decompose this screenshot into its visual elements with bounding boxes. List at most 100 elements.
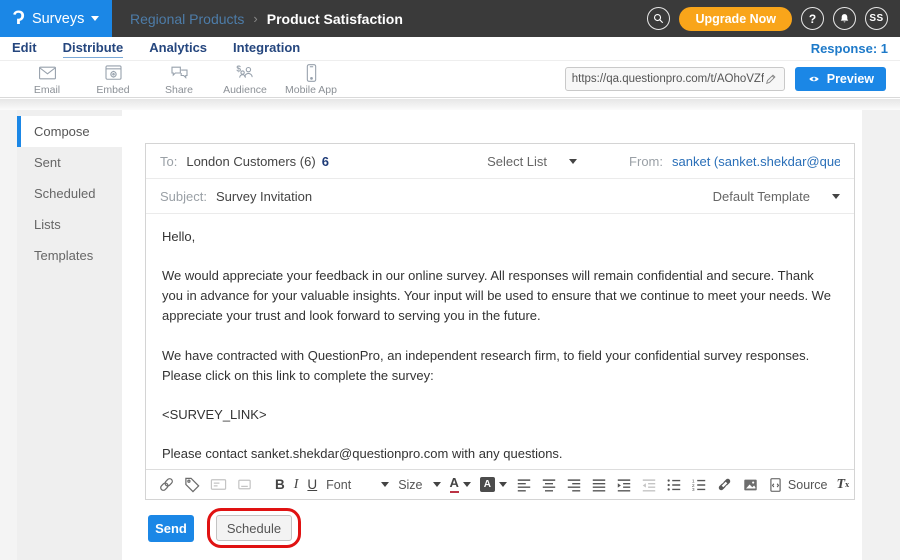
sidebar-item-sent[interactable]: Sent [17, 147, 122, 178]
sidebar-item-lists[interactable]: Lists [17, 209, 122, 240]
outdent-icon [641, 477, 657, 493]
align-left-icon [516, 477, 532, 493]
distribute-toolbar: Email Embed Share $ Audience Mobile App … [0, 60, 900, 98]
link-icon [158, 476, 175, 493]
tab-distribute[interactable]: Distribute [63, 40, 124, 58]
chevron-down-icon [381, 482, 389, 487]
numbered-list-icon: 123 [691, 477, 707, 493]
notifications-button[interactable] [833, 7, 856, 30]
annotation-highlight: Schedule [207, 508, 301, 548]
channel-share[interactable]: Share [146, 63, 212, 96]
from-value: sanket (sanket.shekdar@ques... [672, 154, 840, 169]
chevron-down-icon [463, 482, 471, 487]
template-dropdown[interactable]: Default Template [713, 189, 840, 204]
subject-value[interactable]: Survey Invitation [216, 189, 312, 204]
search-button[interactable] [647, 7, 670, 30]
subject-label: Subject: [160, 189, 207, 204]
insert-tag-button[interactable] [184, 476, 201, 493]
outdent-button[interactable] [641, 477, 657, 493]
email-body-editor[interactable]: Hello, We would appreciate your feedback… [146, 215, 854, 469]
to-value[interactable]: London Customers (6) [186, 154, 315, 169]
embed-icon [102, 63, 125, 83]
mobile-app-icon [300, 63, 323, 83]
chevron-down-icon [433, 482, 441, 487]
bulleted-list-button[interactable] [666, 477, 682, 493]
sidebar-item-templates[interactable]: Templates [17, 240, 122, 271]
sidebar-item-compose[interactable]: Compose [17, 116, 122, 147]
insert-image-button[interactable] [742, 477, 759, 493]
top-header: Ɂ Surveys Regional Products › Product Sa… [0, 0, 900, 37]
schedule-button[interactable]: Schedule [216, 515, 292, 541]
justify-button[interactable] [591, 477, 607, 493]
chevron-down-icon [832, 194, 840, 199]
response-count[interactable]: Response: 1 [811, 41, 888, 56]
survey-url-field[interactable] [565, 67, 785, 91]
italic-button[interactable]: I [294, 477, 299, 493]
tab-edit[interactable]: Edit [12, 40, 37, 57]
surveys-menu[interactable]: Ɂ Surveys [0, 0, 112, 37]
body-paragraph: Hello, [162, 227, 838, 247]
header-actions: Upgrade Now ? SS [647, 7, 900, 31]
text-color-button[interactable]: A [450, 476, 471, 492]
breadcrumb-parent-link[interactable]: Regional Products [130, 11, 244, 27]
upgrade-now-button[interactable]: Upgrade Now [679, 7, 792, 31]
source-doc-icon [768, 477, 783, 493]
indent-icon [616, 477, 632, 493]
page-title: Product Satisfaction [267, 11, 403, 27]
audience-icon: $ [234, 63, 257, 83]
bold-button[interactable]: B [275, 477, 285, 492]
inline-widget-button[interactable] [236, 476, 253, 493]
align-center-button[interactable] [541, 477, 557, 493]
align-left-button[interactable] [516, 477, 532, 493]
user-avatar[interactable]: SS [865, 7, 888, 30]
channel-embed[interactable]: Embed [80, 63, 146, 96]
underline-button[interactable]: U [307, 477, 317, 492]
product-name: Surveys [32, 11, 84, 27]
justify-icon [591, 477, 607, 493]
body-paragraph: We have contracted with QuestionPro, an … [162, 346, 838, 386]
share-icon [168, 63, 191, 83]
preview-button[interactable]: Preview [795, 67, 886, 91]
channel-audience[interactable]: $ Audience [212, 63, 278, 96]
survey-nav: Edit Distribute Analytics Integration Re… [0, 37, 900, 60]
align-right-button[interactable] [566, 477, 582, 493]
tab-integration[interactable]: Integration [233, 40, 300, 57]
subject-row: Subject: Survey Invitation Default Templ… [146, 179, 854, 214]
help-button[interactable]: ? [801, 7, 824, 30]
background-color-button[interactable]: A [480, 477, 507, 492]
source-button[interactable]: Source [768, 477, 828, 493]
tab-analytics[interactable]: Analytics [149, 40, 207, 57]
edit-pencil-icon[interactable] [764, 72, 778, 86]
sidebar-item-scheduled[interactable]: Scheduled [17, 178, 122, 209]
widget-icon [236, 476, 253, 493]
insert-link-button[interactable] [158, 476, 175, 493]
numbered-list-button[interactable]: 123 [691, 477, 707, 493]
channel-email[interactable]: Email [14, 63, 80, 96]
clear-format-button[interactable]: Tx [837, 477, 850, 493]
recipient-count[interactable]: 6 [322, 154, 329, 169]
to-row: To: London Customers (6) 6 Select List F… [146, 144, 854, 179]
align-center-icon [541, 477, 557, 493]
left-gutter [0, 110, 17, 560]
editor-toolbar: B I U Font Size A A [146, 469, 854, 499]
chevron-down-icon [91, 16, 99, 21]
compose-panel: To: London Customers (6) 6 Select List F… [145, 143, 855, 500]
survey-url-input[interactable] [572, 73, 764, 85]
help-icon: ? [809, 12, 816, 26]
from-label: From: [629, 154, 663, 169]
send-button[interactable]: Send [148, 515, 194, 542]
select-list-dropdown[interactable]: Select List [487, 154, 577, 169]
chevron-down-icon [499, 482, 507, 487]
email-icon [36, 63, 59, 83]
channel-mobile-app[interactable]: Mobile App [278, 63, 344, 96]
svg-text:3: 3 [692, 487, 695, 493]
font-select[interactable]: Font [326, 478, 389, 492]
merge-card-button[interactable] [210, 476, 227, 493]
to-label: To: [160, 154, 177, 169]
hyperlink-button[interactable] [716, 476, 733, 493]
indent-button[interactable] [616, 477, 632, 493]
size-select[interactable]: Size [398, 478, 440, 492]
eye-icon [807, 73, 821, 85]
right-gutter [862, 110, 900, 560]
from-dropdown[interactable]: From: sanket (sanket.shekdar@ques... [629, 154, 840, 169]
